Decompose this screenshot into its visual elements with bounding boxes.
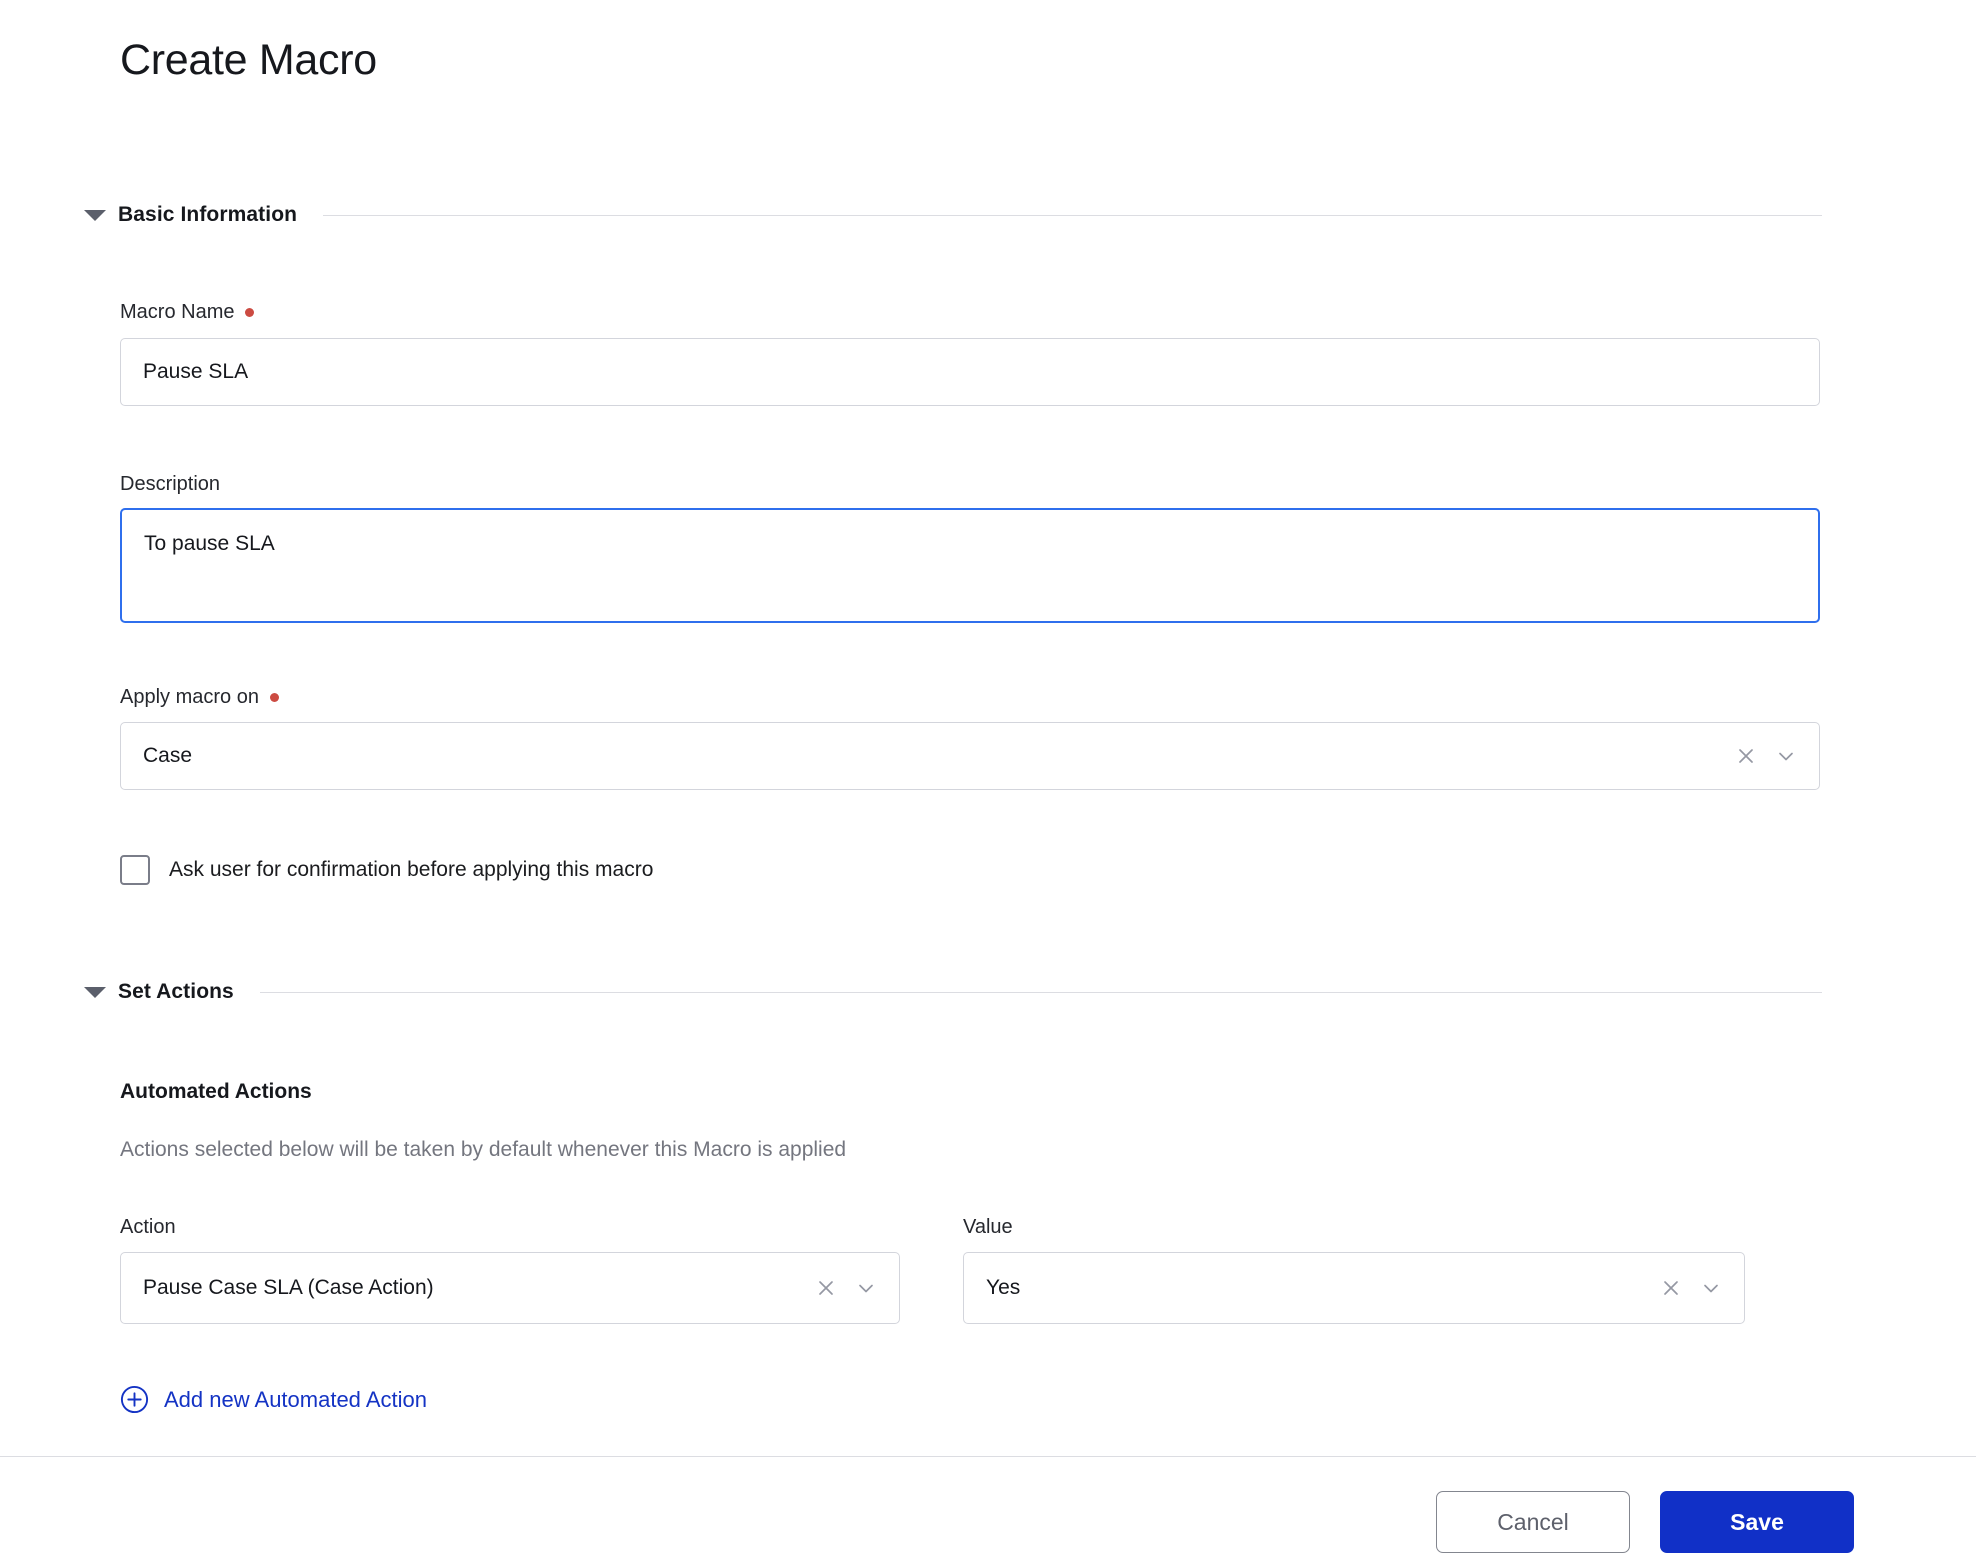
description-label: Description xyxy=(120,472,220,496)
apply-macro-on-value: Case xyxy=(143,744,193,767)
footer-actions: Cancel Save xyxy=(1436,1491,1854,1553)
section-title-set-actions: Set Actions xyxy=(118,980,234,1003)
macro-name-input[interactable]: Pause SLA xyxy=(120,338,1820,406)
value-column-label: Value xyxy=(963,1216,1013,1238)
section-header-basic-information: Basic Information xyxy=(84,203,1822,227)
section-divider xyxy=(259,991,1822,993)
plus-circle-icon xyxy=(120,1385,149,1414)
close-icon[interactable] xyxy=(815,1277,837,1299)
macro-name-value: Pause SLA xyxy=(143,360,249,383)
ask-confirmation-checkbox[interactable] xyxy=(120,855,150,885)
chevron-down-icon[interactable] xyxy=(855,1277,877,1299)
apply-macro-on-select-icons xyxy=(1735,745,1797,767)
macro-name-label-text: Macro Name xyxy=(120,301,235,323)
action-value: Pause Case SLA (Case Action) xyxy=(143,1276,434,1299)
apply-macro-on-label: Apply macro on xyxy=(120,685,279,709)
action-select-icons xyxy=(815,1277,877,1299)
chevron-down-icon[interactable] xyxy=(1775,745,1797,767)
footer-divider xyxy=(0,1456,1976,1457)
close-icon[interactable] xyxy=(1735,745,1757,767)
add-automated-action-link[interactable]: Add new Automated Action xyxy=(120,1385,427,1414)
action-column-label: Action xyxy=(120,1216,176,1238)
ask-confirmation-label: Ask user for confirmation before applyin… xyxy=(169,858,654,881)
description-textarea[interactable]: To pause SLA xyxy=(120,508,1820,623)
cancel-button[interactable]: Cancel xyxy=(1436,1491,1630,1553)
add-automated-action-label: Add new Automated Action xyxy=(164,1386,427,1412)
caret-down-icon[interactable] xyxy=(84,209,106,221)
description-value: To pause SLA xyxy=(144,532,275,555)
description-label-text: Description xyxy=(120,473,221,495)
page-title: Create Macro xyxy=(120,36,377,84)
section-title-basic-information: Basic Information xyxy=(118,203,298,226)
section-header-set-actions: Set Actions xyxy=(84,980,1822,1004)
macro-name-label: Macro Name xyxy=(120,300,255,324)
automated-actions-subtext: Actions selected below will be taken by … xyxy=(120,1138,847,1161)
caret-down-icon[interactable] xyxy=(84,986,106,998)
value-select-icons xyxy=(1660,1277,1722,1299)
action-select[interactable]: Pause Case SLA (Case Action) xyxy=(120,1252,900,1324)
chevron-down-icon[interactable] xyxy=(1700,1277,1722,1299)
ask-confirmation-checkbox-row[interactable]: Ask user for confirmation before applyin… xyxy=(120,855,653,885)
required-indicator-icon xyxy=(269,692,279,702)
create-macro-page: Create Macro Basic Information Macro Nam… xyxy=(0,0,1976,1553)
close-icon[interactable] xyxy=(1660,1277,1682,1299)
save-button[interactable]: Save xyxy=(1660,1491,1854,1553)
section-divider xyxy=(323,214,1822,216)
apply-macro-on-label-text: Apply macro on xyxy=(120,686,259,708)
apply-macro-on-select[interactable]: Case xyxy=(120,722,1820,790)
value-select[interactable]: Yes xyxy=(963,1252,1745,1324)
value-value: Yes xyxy=(986,1276,1021,1299)
required-indicator-icon xyxy=(245,307,255,317)
automated-actions-heading: Automated Actions xyxy=(120,1080,312,1103)
